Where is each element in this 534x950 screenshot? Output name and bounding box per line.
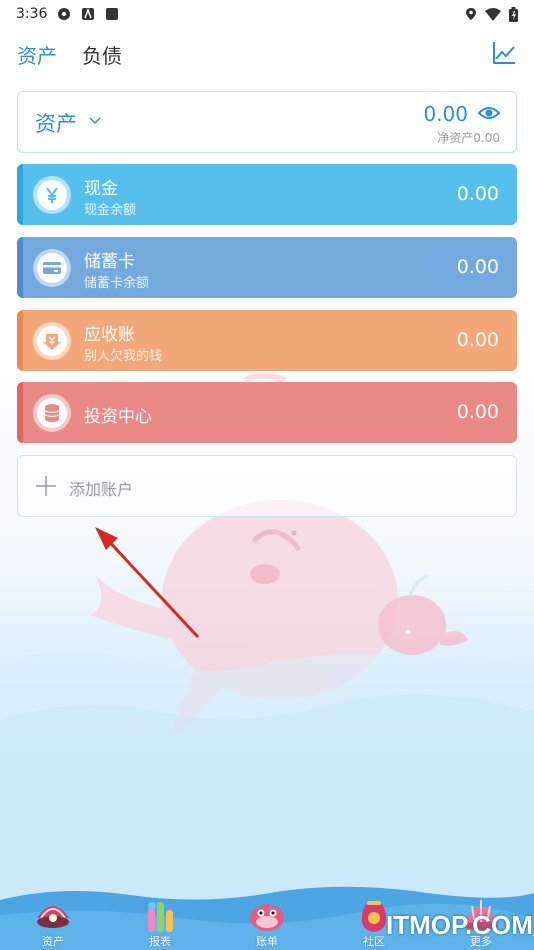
a-box-icon bbox=[82, 7, 95, 20]
site-watermark: ITMOP.COM bbox=[386, 910, 533, 940]
tab-assets[interactable]: 资产 bbox=[17, 40, 57, 69]
red-arrow-annotation bbox=[95, 527, 200, 639]
account-amount: 0.00 bbox=[456, 329, 499, 351]
nav-label: 资产 bbox=[42, 935, 64, 948]
nav-item-reports[interactable]: 报表 bbox=[120, 893, 200, 950]
eye-icon[interactable] bbox=[478, 104, 500, 122]
wifi-icon bbox=[485, 7, 501, 21]
account-card-cash[interactable]: 现金 现金余额 0.00 bbox=[17, 164, 517, 225]
account-amount: 0.00 bbox=[456, 256, 499, 278]
yen-icon bbox=[33, 176, 71, 214]
square-icon bbox=[106, 8, 119, 20]
shell-icon bbox=[37, 906, 69, 928]
account-amount: 0.00 bbox=[456, 401, 499, 423]
asset-summary-card[interactable]: 资产 0.00 净资产0.00 bbox=[17, 91, 517, 153]
plus-icon bbox=[36, 476, 56, 496]
nav-item-bills[interactable]: 账单 bbox=[227, 893, 307, 950]
aperture-icon bbox=[58, 8, 71, 20]
tab-liabilities[interactable]: 负债 bbox=[82, 40, 122, 69]
account-subtitle: 现金余额 bbox=[84, 203, 137, 218]
coin-stack-icon bbox=[33, 394, 71, 432]
coral-icon bbox=[148, 902, 173, 932]
fish-icon bbox=[250, 905, 284, 931]
account-name: 现金 bbox=[84, 179, 118, 199]
account-card-debit[interactable]: 储蓄卡 储蓄卡余额 0.00 bbox=[17, 237, 517, 298]
receivable-icon bbox=[33, 322, 71, 360]
account-amount: 0.00 bbox=[456, 183, 499, 205]
account-card-receivable[interactable]: 应收账 别人欠我的钱 0.00 bbox=[17, 310, 517, 371]
small-whale-illustration bbox=[378, 574, 468, 655]
card-stripe bbox=[17, 164, 23, 225]
status-bar: 3:36 bbox=[0, 0, 534, 28]
account-name: 应收账 bbox=[84, 325, 135, 345]
add-account-button[interactable]: 添加账户 bbox=[17, 455, 517, 517]
nav-label: 账单 bbox=[256, 935, 278, 948]
card-stripe bbox=[17, 310, 23, 371]
status-time: 3:36 bbox=[16, 6, 48, 22]
account-name: 投资中心 bbox=[84, 407, 152, 427]
account-subtitle: 别人欠我的钱 bbox=[84, 349, 163, 364]
card-stripe bbox=[17, 382, 23, 443]
account-name: 储蓄卡 bbox=[84, 252, 135, 272]
summary-title: 资产 bbox=[35, 112, 77, 136]
add-account-label: 添加账户 bbox=[69, 480, 134, 499]
nav-label: 报表 bbox=[149, 935, 171, 948]
account-card-investment[interactable]: 投资中心 0.00 bbox=[17, 382, 517, 443]
location-icon bbox=[466, 8, 476, 20]
battery-icon bbox=[509, 6, 518, 22]
card-icon bbox=[33, 249, 71, 287]
chevron-down-icon[interactable] bbox=[88, 114, 102, 128]
card-stripe bbox=[17, 237, 23, 298]
net-assets-label: 净资产0.00 bbox=[437, 131, 500, 145]
total-assets-value: 0.00 bbox=[423, 102, 468, 126]
line-chart-icon[interactable] bbox=[491, 40, 517, 66]
top-header: 资产 负债 bbox=[0, 36, 534, 72]
account-subtitle: 储蓄卡余额 bbox=[84, 276, 150, 291]
nav-item-assets[interactable]: 资产 bbox=[13, 893, 93, 950]
